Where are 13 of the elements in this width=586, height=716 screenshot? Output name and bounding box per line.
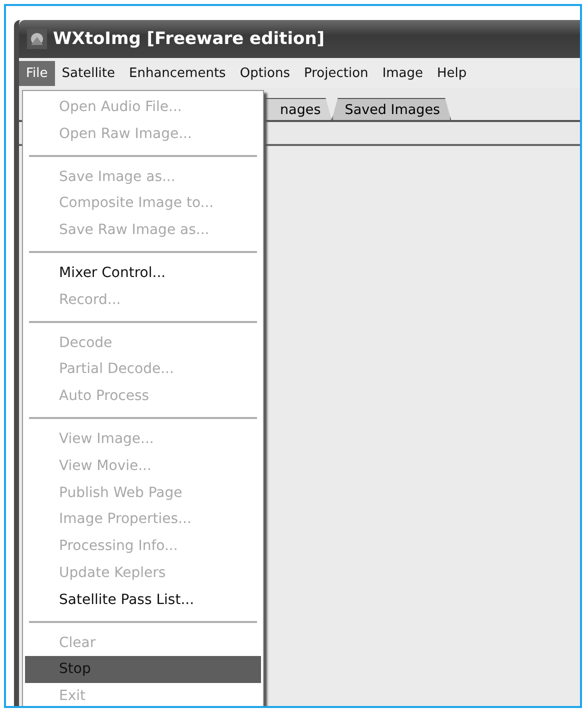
menu-bar-item[interactable]: Satellite (54, 60, 122, 86)
menu-item[interactable]: Satellite Pass List... (25, 586, 261, 614)
menu-bar-item[interactable]: File (19, 60, 55, 86)
menu-item[interactable]: Mixer Control... (25, 260, 261, 287)
menu-bar-item[interactable]: Help (430, 60, 474, 86)
window-title: WXtoImg [Freeware edition] (53, 29, 325, 49)
tab[interactable]: Saved Images (332, 98, 452, 120)
menu-bar-item[interactable]: Options (232, 60, 298, 86)
menu-bar-item[interactable]: Enhancements (122, 60, 233, 86)
app-icon (27, 29, 47, 49)
menu-bar-item[interactable]: Image (375, 60, 430, 86)
menu-bar-item[interactable]: Projection (297, 60, 376, 86)
menu-item[interactable]: Stop (25, 656, 261, 684)
